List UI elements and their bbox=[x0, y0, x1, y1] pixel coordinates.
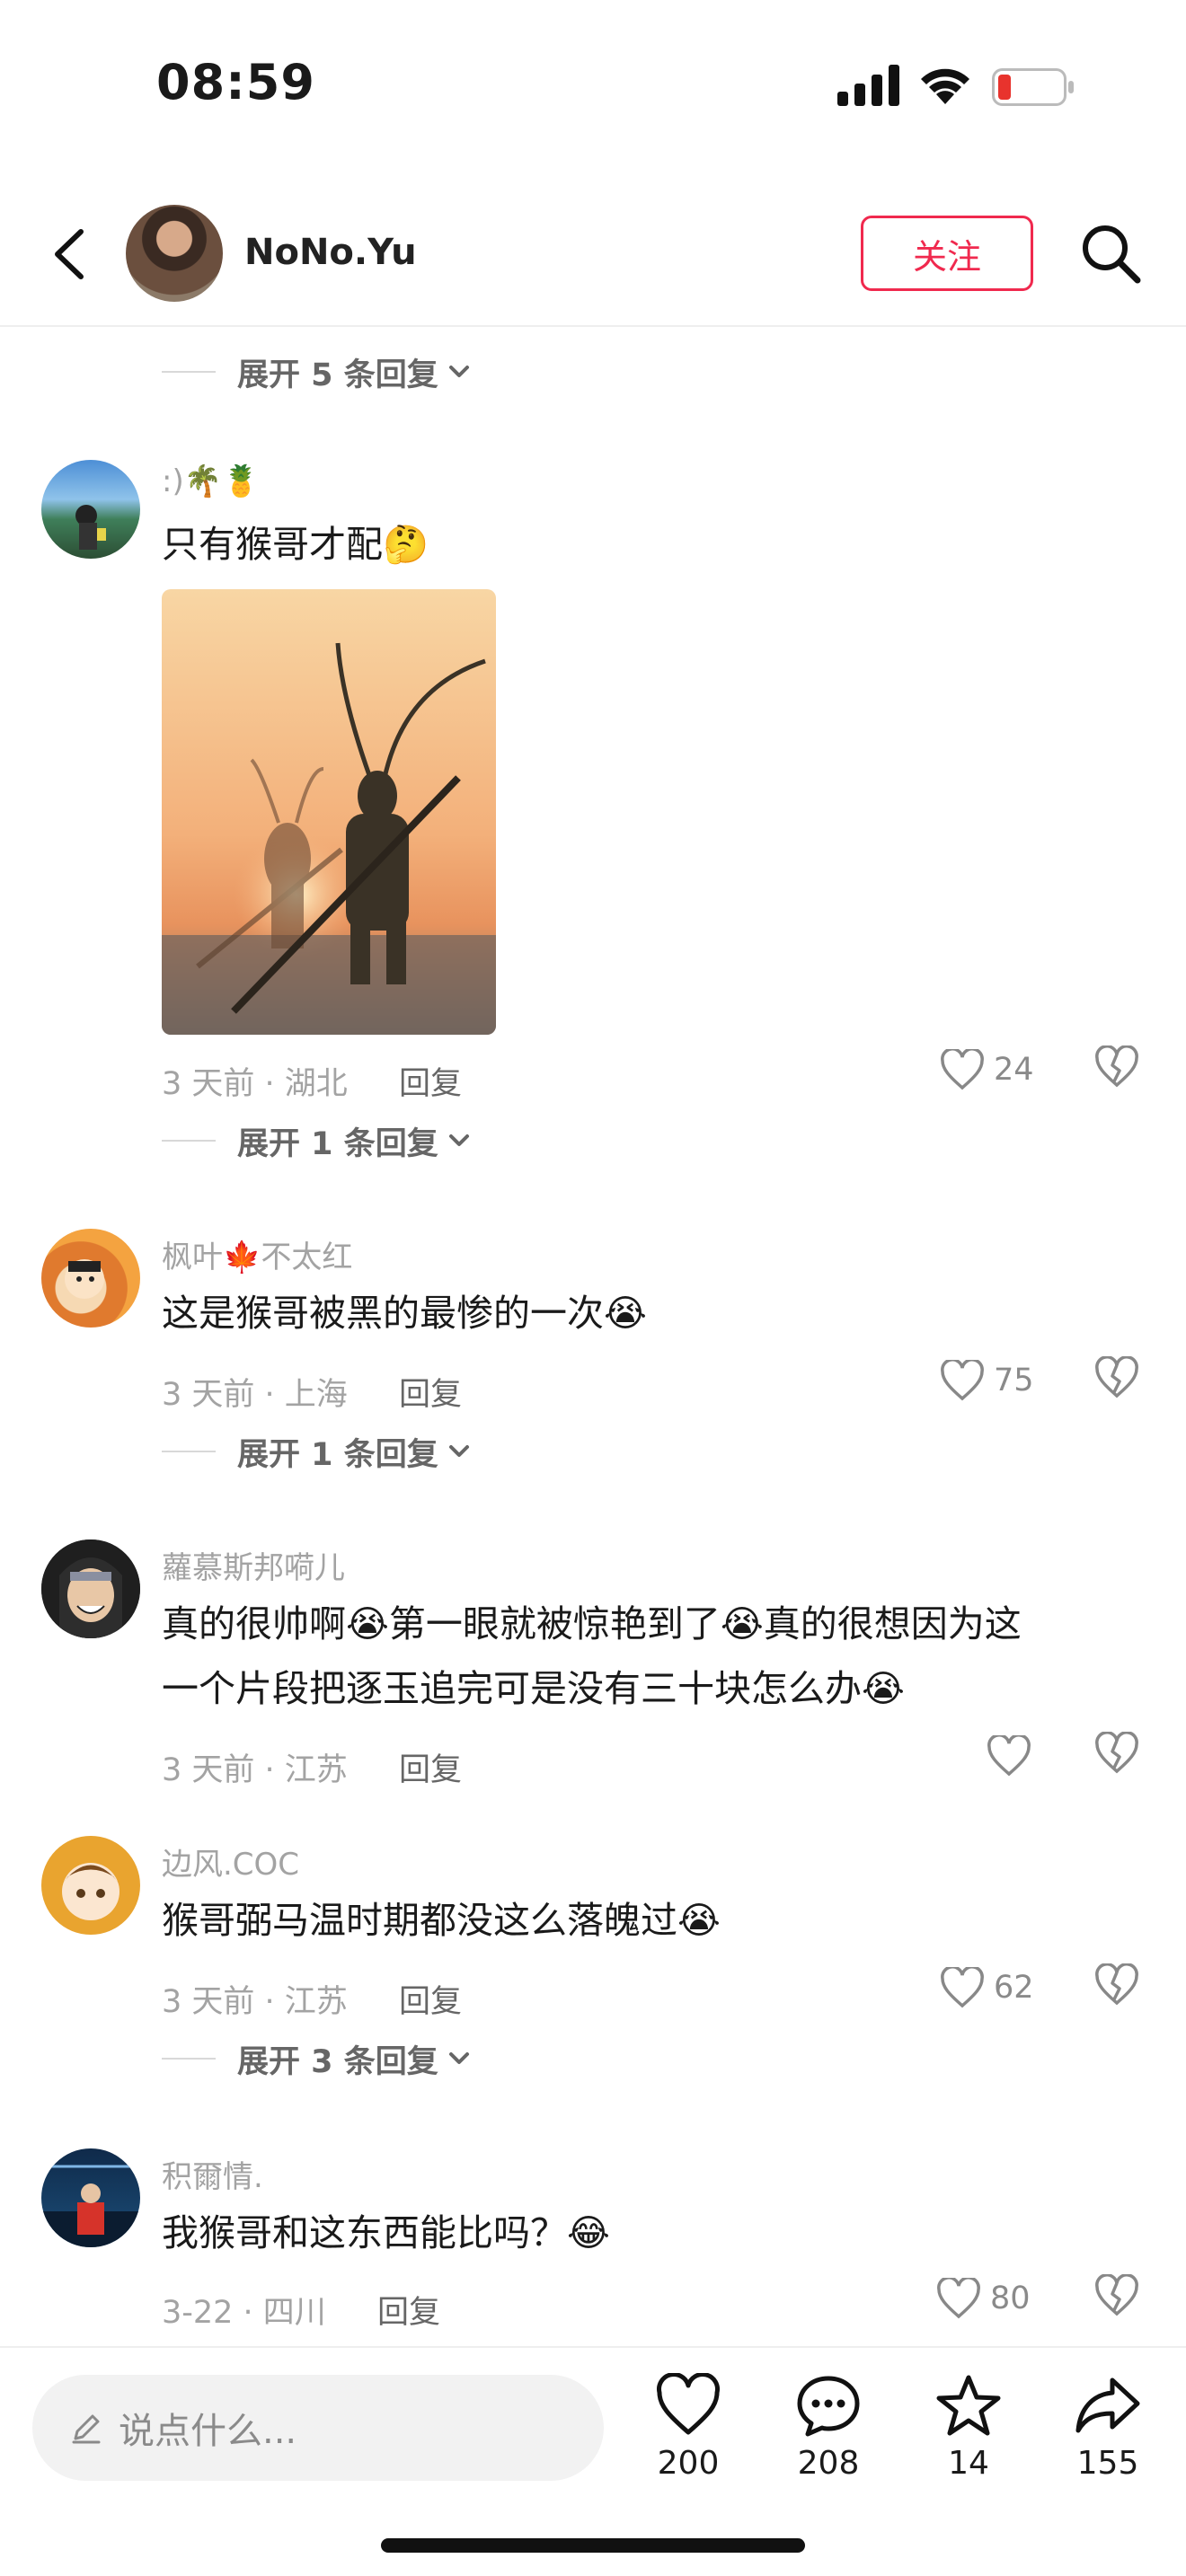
dislike-broken-heart-icon[interactable] bbox=[1094, 1963, 1139, 2007]
expand-replies-toggle[interactable]: 展开 3 条回复 bbox=[162, 2032, 473, 2086]
expand-replies-label: 展开 1 条回复 bbox=[237, 1125, 438, 1162]
divider-line bbox=[162, 371, 216, 373]
heart-outline-icon bbox=[941, 1049, 984, 1090]
post-favorite-count: 14 bbox=[948, 2445, 989, 2482]
like-button[interactable]: 62 bbox=[940, 1967, 1034, 2008]
expand-replies-toggle[interactable]: 展开 1 条回复 bbox=[162, 1114, 473, 1168]
status-time: 08:59 bbox=[156, 54, 315, 110]
chevron-down-icon bbox=[448, 1134, 469, 1146]
expand-replies-toggle[interactable]: 展开 1 条回复 bbox=[162, 1425, 473, 1478]
follow-button[interactable]: 关注 bbox=[861, 216, 1033, 291]
search-icon[interactable] bbox=[1078, 221, 1143, 286]
battery-icon bbox=[992, 68, 1074, 106]
favorite-button[interactable]: 14 bbox=[910, 2373, 1027, 2482]
commenter-name[interactable]: 枫叶🍁不太红 bbox=[162, 1232, 352, 1276]
comment-text-line-1: 真的很帅啊😭第一眼就被惊艳到了😭真的很想因为这 bbox=[162, 1602, 1022, 1645]
back-arrow-icon[interactable] bbox=[45, 223, 95, 286]
status-bar: 08:59 bbox=[0, 0, 1186, 171]
comment-meta: 3 天前 · 上海 bbox=[162, 1377, 348, 1413]
comments-button[interactable]: 208 bbox=[770, 2373, 887, 2482]
like-button[interactable]: 24 bbox=[940, 1049, 1034, 1090]
comment-meta: 3 天前 · 江苏 bbox=[162, 1984, 348, 2020]
commenter-avatar[interactable] bbox=[41, 1539, 140, 1638]
chevron-down-icon bbox=[448, 2052, 469, 2064]
heart-outline-icon bbox=[987, 1735, 1031, 1777]
post-share-count: 155 bbox=[1076, 2445, 1139, 2482]
dislike-broken-heart-icon[interactable] bbox=[1094, 2274, 1139, 2317]
divider-line bbox=[162, 2058, 216, 2060]
divider-line bbox=[162, 1451, 216, 1452]
reply-button[interactable]: 回复 bbox=[399, 1744, 462, 1790]
commenter-avatar[interactable] bbox=[41, 2148, 140, 2247]
home-indicator[interactable] bbox=[381, 2538, 805, 2553]
share-button[interactable]: 155 bbox=[1049, 2373, 1166, 2482]
commenter-avatar[interactable] bbox=[41, 1836, 140, 1935]
comment-input[interactable]: 说点什么... bbox=[32, 2375, 604, 2481]
comment-image-monkey-king[interactable] bbox=[162, 589, 496, 1035]
heart-outline-icon bbox=[937, 2278, 980, 2319]
share-arrow-icon bbox=[1075, 2378, 1140, 2433]
like-button[interactable]: 75 bbox=[940, 1360, 1034, 1401]
like-button[interactable] bbox=[987, 1735, 1040, 1777]
star-outline-icon bbox=[936, 2375, 1001, 2436]
like-count: 80 bbox=[990, 2280, 1031, 2316]
comment-input-placeholder: 说点什么... bbox=[119, 2411, 297, 2452]
commenter-name[interactable]: 蘿慕斯邦嗬儿 bbox=[162, 1543, 345, 1587]
comment-text: 这是猴哥被黑的最惨的一次😭 bbox=[162, 1292, 647, 1335]
expand-replies-label: 展开 1 条回复 bbox=[237, 1436, 438, 1473]
author-avatar[interactable] bbox=[126, 205, 223, 302]
commenter-avatar[interactable] bbox=[41, 460, 140, 559]
like-button[interactable]: 80 bbox=[936, 2278, 1031, 2319]
like-count: 24 bbox=[994, 1052, 1034, 1088]
reply-button[interactable]: 回复 bbox=[377, 2287, 440, 2333]
commenter-name[interactable]: :)🌴🍍 bbox=[162, 463, 260, 499]
heart-outline-icon bbox=[657, 2373, 720, 2435]
reply-button[interactable]: 回复 bbox=[399, 1976, 462, 2022]
post-like-count: 200 bbox=[657, 2445, 720, 2482]
like-count: 75 bbox=[994, 1363, 1034, 1398]
commenter-name[interactable]: 积爾情. bbox=[162, 2152, 263, 2196]
reply-button[interactable]: 回复 bbox=[399, 1369, 462, 1415]
comment-meta: 3-22 · 四川 bbox=[162, 2295, 326, 2331]
expand-replies-toggle[interactable]: 展开 5 条回复 bbox=[162, 345, 473, 399]
dislike-broken-heart-icon[interactable] bbox=[1094, 1356, 1139, 1399]
comment-text: 只有猴哥才配🤔 bbox=[162, 523, 429, 566]
comment-bubble-icon bbox=[797, 2376, 860, 2437]
divider-line bbox=[162, 1140, 216, 1142]
comment-text: 我猴哥和这东西能比吗？😂 bbox=[162, 2211, 610, 2254]
like-post-button[interactable]: 200 bbox=[630, 2373, 747, 2482]
heart-outline-icon bbox=[941, 1967, 984, 2008]
comment-meta: 3 天前 · 湖北 bbox=[162, 1066, 348, 1102]
like-count: 62 bbox=[994, 1970, 1034, 2006]
commenter-name[interactable]: 边风.COC bbox=[162, 1839, 299, 1883]
expand-replies-label: 展开 5 条回复 bbox=[237, 357, 438, 393]
post-comment-count: 208 bbox=[797, 2445, 860, 2482]
comment-text: 猴哥弼马温时期都没这么落魄过😭 bbox=[162, 1899, 721, 1942]
comment-text-line-2: 一个片段把逐玉追完可是没有三十块怎么办😭 bbox=[162, 1667, 905, 1710]
dislike-broken-heart-icon[interactable] bbox=[1094, 1732, 1139, 1775]
chevron-down-icon bbox=[448, 366, 469, 377]
reply-button[interactable]: 回复 bbox=[399, 1058, 462, 1104]
wifi-icon bbox=[921, 68, 969, 104]
commenter-avatar[interactable] bbox=[41, 1229, 140, 1328]
author-name[interactable]: NoNo.Yu bbox=[244, 232, 417, 273]
heart-outline-icon bbox=[941, 1360, 984, 1401]
pencil-icon bbox=[72, 2414, 101, 2444]
chevron-down-icon bbox=[448, 1445, 469, 1457]
comment-meta: 3 天前 · 江苏 bbox=[162, 1752, 348, 1788]
dislike-broken-heart-icon[interactable] bbox=[1094, 1045, 1139, 1089]
expand-replies-label: 展开 3 条回复 bbox=[237, 2043, 438, 2080]
cellular-signal-icon bbox=[837, 65, 899, 106]
profile-header: NoNo.Yu 关注 bbox=[0, 180, 1186, 327]
